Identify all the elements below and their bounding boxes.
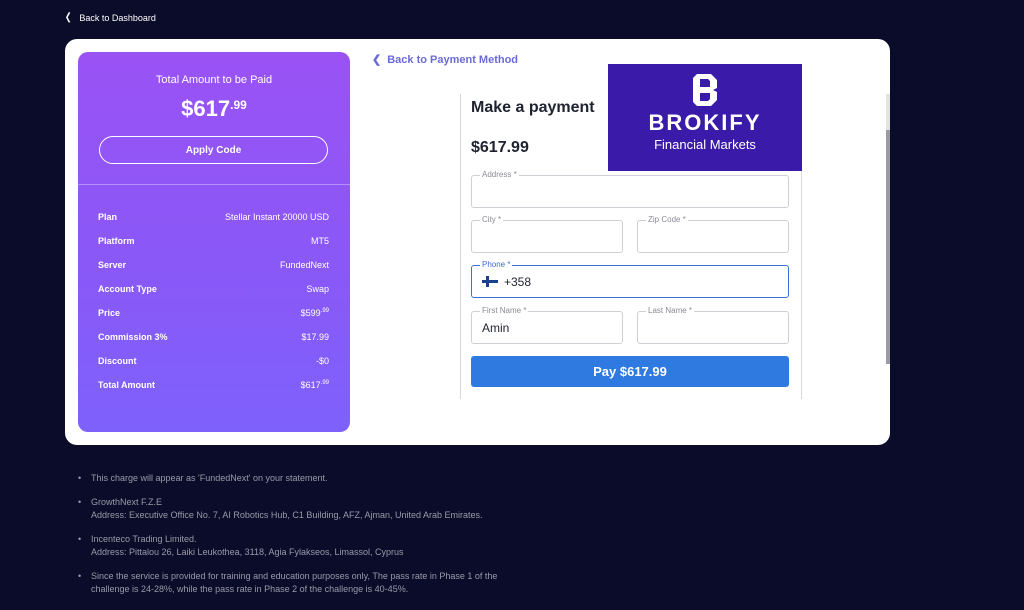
note-item: • Since the service is provided for trai…: [78, 570, 548, 596]
chevron-left-icon: ❮: [64, 12, 72, 23]
last-name-field[interactable]: Last Name *: [637, 306, 789, 344]
pay-button[interactable]: Pay $617.99: [471, 356, 789, 387]
summary-row-price: Price $599.99: [98, 301, 329, 325]
note-item: • Incenteco Trading Limited. Address: Pit…: [78, 533, 548, 559]
summary-row-label: Server: [98, 260, 127, 270]
summary-row-value: $617.99: [300, 380, 329, 390]
summary-row-value: MT5: [311, 236, 329, 246]
bullet-icon: •: [78, 571, 82, 581]
note-line: Incenteco Trading Limited.: [91, 534, 197, 544]
summary-row-label: Discount: [98, 356, 137, 366]
first-name-value: Amin: [482, 321, 510, 335]
summary-row-label: Platform: [98, 236, 135, 246]
apply-code-button[interactable]: Apply Code: [99, 136, 328, 164]
note-line: GrowthNext F.Z.E: [91, 497, 163, 507]
first-name-field[interactable]: First Name * Amin: [471, 306, 623, 344]
summary-row-discount: Discount -$0: [98, 349, 329, 373]
order-summary-panel: Total Amount to be Paid $617.99 Apply Co…: [78, 52, 350, 432]
brokify-logo-icon: [693, 74, 717, 106]
back-to-dashboard-label: Back to Dashboard: [79, 12, 156, 23]
summary-row-value: -$0: [315, 356, 329, 366]
back-to-payment-method-label: Back to Payment Method: [387, 53, 519, 66]
phone-label: Phone *: [480, 260, 513, 269]
summary-row-label: Account Type: [98, 284, 157, 294]
summary-title: Total Amount to be Paid: [155, 74, 273, 86]
footer-notes: • This charge will appear as 'FundedNext…: [78, 472, 548, 607]
summary-total-amount: $617.99: [78, 96, 350, 122]
brand-name: BROKIFY: [648, 110, 762, 135]
address-field[interactable]: Address *: [471, 170, 789, 208]
summary-divider: [78, 184, 350, 185]
zip-code-field[interactable]: Zip Code *: [637, 215, 789, 253]
payment-amount: $617.99: [471, 139, 529, 156]
note-line: challenge is 24-28%, while the pass rate…: [91, 584, 409, 594]
summary-row-account-type: Account Type Swap: [98, 277, 329, 301]
summary-row-value: Swap: [306, 284, 329, 294]
summary-row-total: Total Amount $617.99: [98, 373, 329, 397]
summary-row-platform: Platform MT5: [98, 229, 329, 253]
form-scrollbar[interactable]: [886, 94, 890, 364]
city-label: City *: [480, 215, 504, 224]
bullet-icon: •: [78, 534, 82, 544]
note-line: Address: Pittalou 26, Laiki Leukothea, 3…: [91, 547, 404, 557]
back-to-payment-method-link[interactable]: ❮ Back to Payment Method: [372, 53, 519, 67]
note-item: • GrowthNext F.Z.E Address: Executive Off…: [78, 496, 548, 522]
summary-row-plan: Plan Stellar Instant 20000 USD: [98, 205, 329, 229]
summary-row-value: $17.99: [301, 332, 329, 342]
summary-amount-cents: .99: [230, 98, 247, 112]
note-line: Address: Executive Office No. 7, AI Robo…: [91, 510, 483, 520]
summary-row-value: $599.99: [300, 308, 329, 318]
phone-field[interactable]: Phone * +358: [471, 260, 789, 298]
summary-rows: Plan Stellar Instant 20000 USD Platform …: [98, 205, 329, 397]
summary-row-label: Commission 3%: [98, 332, 168, 342]
summary-row-label: Plan: [98, 212, 118, 222]
note-line: Since the service is provided for traini…: [91, 571, 498, 581]
summary-row-label: Total Amount: [98, 380, 155, 390]
last-name-label: Last Name *: [646, 306, 695, 315]
phone-value: +358: [504, 275, 532, 289]
note-line: This charge will appear as 'FundedNext' …: [91, 473, 328, 483]
first-name-label: First Name *: [480, 306, 529, 315]
finland-flag-icon[interactable]: [482, 276, 498, 287]
summary-row-server: Server FundedNext: [98, 253, 329, 277]
back-to-dashboard-link[interactable]: ❮ Back to Dashboard: [64, 12, 156, 23]
summary-row-commission: Commission 3% $17.99: [98, 325, 329, 349]
note-item: • This charge will appear as 'FundedNext…: [78, 472, 548, 485]
summary-row-value: Stellar Instant 20000 USD: [224, 212, 329, 222]
summary-row-value: FundedNext: [279, 260, 329, 270]
brand-tagline: Financial Markets: [654, 137, 756, 152]
chevron-left-icon: ❮: [372, 54, 382, 66]
summary-row-label: Price: [98, 308, 121, 318]
summary-amount-main: $617: [181, 96, 231, 121]
address-label: Address *: [480, 170, 519, 179]
bullet-icon: •: [78, 473, 82, 483]
city-field[interactable]: City *: [471, 215, 623, 253]
brokify-banner: BROKIFY Financial Markets: [608, 64, 802, 171]
scrollbar-thumb[interactable]: [886, 130, 890, 364]
payment-heading: Make a payment: [471, 99, 595, 116]
bullet-icon: •: [78, 497, 82, 507]
zip-code-label: Zip Code *: [646, 215, 688, 224]
